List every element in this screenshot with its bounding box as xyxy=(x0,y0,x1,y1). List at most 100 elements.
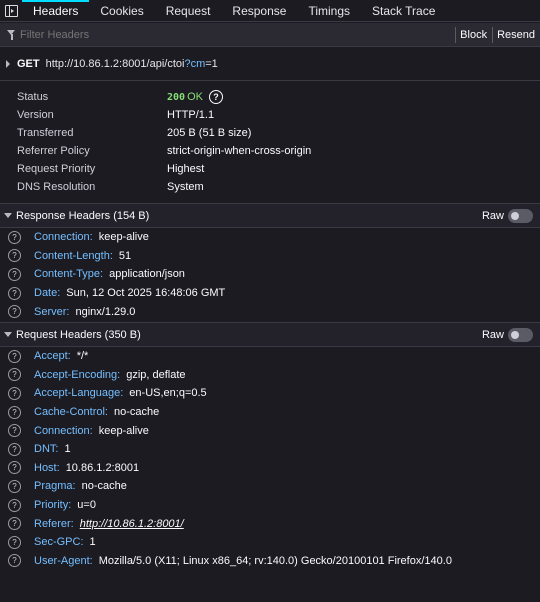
help-icon[interactable]: ? xyxy=(8,286,21,300)
header-value: Mozilla/5.0 (X11; Linux x86_64; rv:140.0… xyxy=(98,554,452,567)
expand-arrow-icon[interactable] xyxy=(6,60,10,68)
panel-tabbar: Headers Cookies Request Response Timings… xyxy=(0,0,540,22)
raw-toggle[interactable] xyxy=(508,327,533,342)
url-query-value: =1 xyxy=(205,58,218,70)
request-headers-section[interactable]: Request Headers (350 B) Raw xyxy=(0,322,540,347)
help-icon[interactable]: ? xyxy=(8,249,21,263)
collapse-arrow-icon[interactable] xyxy=(4,332,12,337)
summary-key: Referrer Policy xyxy=(17,145,90,157)
header-name: Host: xyxy=(34,461,60,474)
header-row: ? User-Agent: Mozilla/5.0 (X11; Linux x86_… xyxy=(0,552,540,571)
response-headers-section[interactable]: Response Headers (154 B) Raw xyxy=(0,203,540,228)
header-value: u=0 xyxy=(77,499,96,512)
tab-request[interactable]: Request xyxy=(155,0,222,21)
summary-value: Highest xyxy=(167,163,205,175)
tab-headers[interactable]: Headers xyxy=(22,0,90,21)
header-name: Referer: xyxy=(34,517,74,530)
header-name: Date: xyxy=(34,287,61,300)
request-url: http://10.86.1.2:8001/api/ctoi?cm=1 xyxy=(46,58,218,70)
filter-bar: Block Resend xyxy=(0,23,540,47)
collapse-arrow-icon[interactable] xyxy=(4,213,12,218)
header-value: */* xyxy=(76,350,89,363)
referer-link[interactable]: http://10.86.1.2:8001/ xyxy=(80,518,184,530)
summary-row-dns-resolution: DNS Resolution System xyxy=(0,178,540,196)
help-icon[interactable]: ? xyxy=(8,267,21,281)
summary-key: DNS Resolution xyxy=(17,181,96,193)
header-name: Connection: xyxy=(34,231,93,244)
header-name: Priority: xyxy=(34,499,72,512)
header-value: keep-alive xyxy=(98,424,149,437)
header-name: Accept-Language: xyxy=(34,387,124,400)
request-method: GET xyxy=(17,58,40,70)
header-name: Content-Length: xyxy=(34,249,113,262)
summary-value: 205 B (51 B size) xyxy=(167,127,252,139)
header-value: application/json xyxy=(109,268,185,281)
header-name: Pragma: xyxy=(34,480,76,493)
status-code: 200 xyxy=(167,91,186,103)
header-value: 1 xyxy=(64,443,71,456)
help-icon[interactable]: ? xyxy=(8,424,21,438)
section-title: Request Headers (350 B) xyxy=(16,328,141,341)
block-button[interactable]: Block xyxy=(455,26,491,43)
help-icon[interactable]: ? xyxy=(8,368,21,382)
tab-timings[interactable]: Timings xyxy=(297,0,361,21)
raw-toggle[interactable] xyxy=(508,208,533,223)
header-name: DNT: xyxy=(34,443,59,456)
help-icon[interactable]: ? xyxy=(8,498,21,512)
header-value: no-cache xyxy=(81,480,127,493)
summary-value: 200 OK ? xyxy=(167,90,223,104)
summary-value: HTTP/1.1 xyxy=(167,109,215,121)
header-name: Connection: xyxy=(34,424,93,437)
request-headers-list: ? Accept: */* ? Accept-Encoding: gzip, defla… xyxy=(0,347,540,570)
help-icon[interactable]: ? xyxy=(8,535,21,549)
header-row: ? Accept-Encoding: gzip, deflate xyxy=(0,366,540,385)
summary-value: System xyxy=(167,181,204,193)
header-name: Accept-Encoding: xyxy=(34,368,121,381)
filter-icon xyxy=(7,29,16,40)
help-icon[interactable]: ? xyxy=(8,517,21,531)
tab-cookies[interactable]: Cookies xyxy=(89,0,154,21)
header-value: 51 xyxy=(118,249,132,262)
help-icon[interactable]: ? xyxy=(208,90,223,104)
filter-headers-input[interactable] xyxy=(20,28,456,41)
tab-response[interactable]: Response xyxy=(221,0,297,21)
summary-row-referrer-policy: Referrer Policy strict-origin-when-cross… xyxy=(0,142,540,160)
summary-row-version: Version HTTP/1.1 xyxy=(0,106,540,124)
help-icon[interactable]: ? xyxy=(8,386,21,400)
summary-row-request-priority: Request Priority Highest xyxy=(0,160,540,178)
summary-key: Status xyxy=(17,91,49,103)
help-icon[interactable]: ? xyxy=(8,349,21,363)
request-line[interactable]: GET http://10.86.1.2:8001/api/ctoi?cm=1 xyxy=(0,48,540,81)
header-row: ? Server: nginx/1.29.0 xyxy=(0,302,540,321)
summary-table: Status 200 OK ? Version HTTP/1.1 Transfe… xyxy=(0,88,540,196)
header-row: ? Content-Length: 51 xyxy=(0,247,540,266)
help-icon[interactable]: ? xyxy=(8,405,21,419)
help-icon[interactable]: ? xyxy=(8,479,21,493)
dock-sidebar-icon[interactable] xyxy=(0,0,22,21)
response-headers-list: ? Connection: keep-alive ? Content-Length: 5… xyxy=(0,228,540,321)
header-name: Server: xyxy=(34,305,70,318)
help-icon[interactable]: ? xyxy=(8,230,21,244)
summary-row-status: Status 200 OK ? xyxy=(0,88,540,106)
header-name: Accept: xyxy=(34,350,71,363)
header-row: ? Priority: u=0 xyxy=(0,496,540,515)
header-value: gzip, deflate xyxy=(126,368,186,381)
header-row: ? Pragma: no-cache xyxy=(0,477,540,496)
header-row: ? Accept: */* xyxy=(0,347,540,366)
help-icon[interactable]: ? xyxy=(8,305,21,319)
help-icon[interactable]: ? xyxy=(8,554,21,568)
tab-stack-trace[interactable]: Stack Trace xyxy=(361,0,446,21)
help-icon[interactable]: ? xyxy=(8,442,21,456)
help-icon[interactable]: ? xyxy=(8,461,21,475)
header-row: ? Host: 10.86.1.2:8001 xyxy=(0,459,540,478)
header-row: ? Cache-Control: no-cache xyxy=(0,403,540,422)
summary-key: Transferred xyxy=(17,127,74,139)
summary-key: Request Priority xyxy=(17,163,96,175)
raw-label: Raw xyxy=(481,328,504,341)
raw-label: Raw xyxy=(481,209,504,222)
summary-row-transferred: Transferred 205 B (51 B size) xyxy=(0,124,540,142)
resend-button[interactable]: Resend xyxy=(492,26,539,43)
header-value: keep-alive xyxy=(98,231,149,244)
header-value: no-cache xyxy=(113,406,160,419)
summary-key: Version xyxy=(17,109,54,121)
